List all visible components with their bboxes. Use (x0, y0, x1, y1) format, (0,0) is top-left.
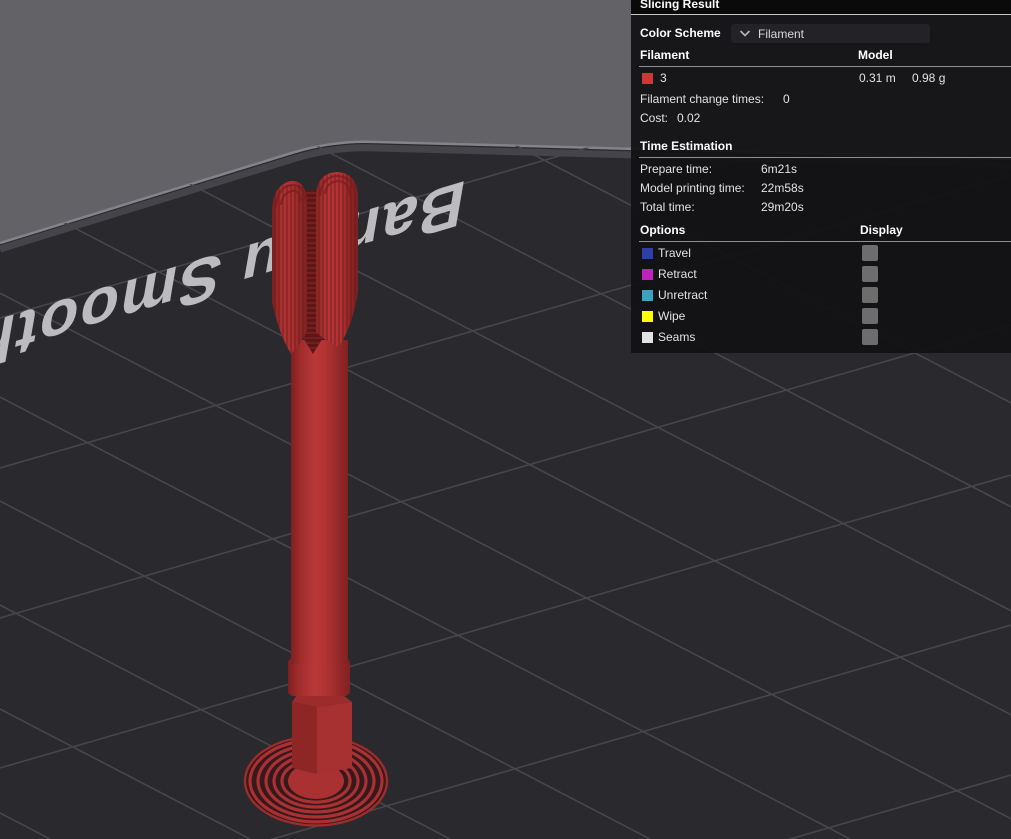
time-estimation-title: Time Estimation (640, 138, 732, 154)
slicing-result-panel: Slicing Result Color Scheme Filament Fil… (631, 0, 1011, 353)
filament-change-times-label: Filament change times: (640, 92, 764, 106)
divider (639, 157, 1011, 158)
model-fork-top (272, 172, 358, 354)
color-scheme-dropdown[interactable]: Filament (731, 24, 930, 43)
color-scheme-value: Filament (758, 24, 804, 44)
total-time-label: Total time: (640, 200, 695, 214)
filament-change-times-value: 0 (783, 92, 790, 106)
unretract-color-swatch (642, 290, 653, 301)
wipe-color-swatch (642, 311, 653, 322)
wipe-label: Wipe (658, 309, 685, 323)
model-column (291, 340, 348, 664)
seams-label: Seams (658, 330, 695, 344)
filament-weight: 0.98 g (912, 71, 945, 85)
option-row-unretract: Unretract (631, 288, 1011, 304)
seams-display-checkbox[interactable] (862, 329, 878, 345)
options-title: Options (640, 222, 685, 238)
display-column-header: Display (860, 222, 903, 238)
travel-label: Travel (658, 246, 691, 260)
model-printing-time-value: 22m58s (761, 181, 804, 195)
panel-title-bar[interactable]: Slicing Result (631, 0, 1011, 14)
time-row: Model printing time: 22m58s (631, 181, 1011, 197)
prepare-time-label: Prepare time: (640, 162, 712, 176)
divider (631, 14, 1011, 15)
divider (639, 241, 1011, 242)
option-row-retract: Retract (631, 267, 1011, 283)
travel-color-swatch (642, 248, 653, 259)
chevron-down-icon (739, 30, 751, 37)
filament-length: 0.31 m (859, 71, 896, 85)
cost-label: Cost: (640, 111, 668, 125)
unretract-display-checkbox[interactable] (862, 287, 878, 303)
panel-title: Slicing Result (640, 0, 1011, 11)
total-time-value: 29m20s (761, 200, 804, 214)
option-row-travel: Travel (631, 246, 1011, 262)
seams-color-swatch (642, 332, 653, 343)
option-row-seams: Seams (631, 330, 1011, 346)
option-row-wipe: Wipe (631, 309, 1011, 325)
model-base (292, 692, 352, 774)
time-row: Prepare time: 6m21s (631, 162, 1011, 178)
cost-value: 0.02 (677, 111, 700, 125)
retract-color-swatch (642, 269, 653, 280)
time-row: Total time: 29m20s (631, 200, 1011, 216)
filament-column-header: Filament (640, 48, 689, 63)
model-printing-time-label: Model printing time: (640, 181, 745, 195)
model-column-header: Model (858, 48, 893, 63)
divider (639, 66, 1011, 67)
travel-display-checkbox[interactable] (862, 245, 878, 261)
color-scheme-label: Color Scheme (640, 23, 721, 43)
retract-display-checkbox[interactable] (862, 266, 878, 282)
filament-color-swatch (642, 73, 653, 84)
unretract-label: Unretract (658, 288, 707, 302)
wipe-display-checkbox[interactable] (862, 308, 878, 324)
prepare-time-value: 6m21s (761, 162, 797, 176)
filament-row[interactable]: 3 0.31 m 0.98 g (631, 71, 1011, 87)
retract-label: Retract (658, 267, 697, 281)
slicer-preview-screen: Bambu Smooth (0, 0, 1011, 839)
filament-id: 3 (660, 71, 667, 85)
